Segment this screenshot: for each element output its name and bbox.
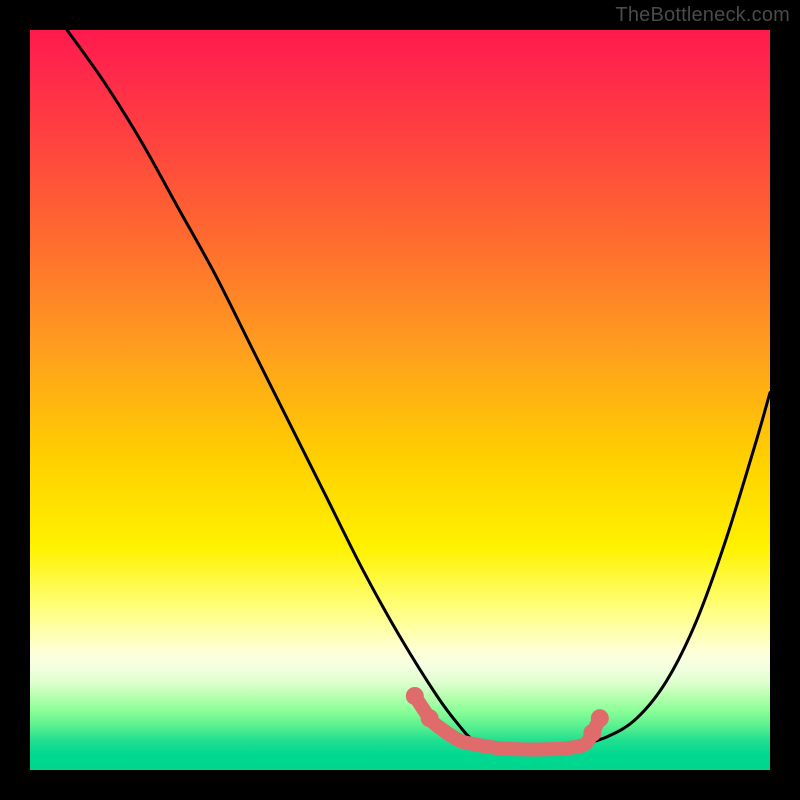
marker-dot	[421, 709, 439, 727]
chart-svg	[30, 30, 770, 770]
bottleneck-curve	[67, 30, 770, 752]
attribution-text: TheBottleneck.com	[615, 4, 790, 27]
marker-dot	[591, 709, 609, 727]
plot-area	[30, 30, 770, 770]
chart-frame: TheBottleneck.com	[0, 0, 800, 800]
marker-dot	[406, 687, 424, 705]
